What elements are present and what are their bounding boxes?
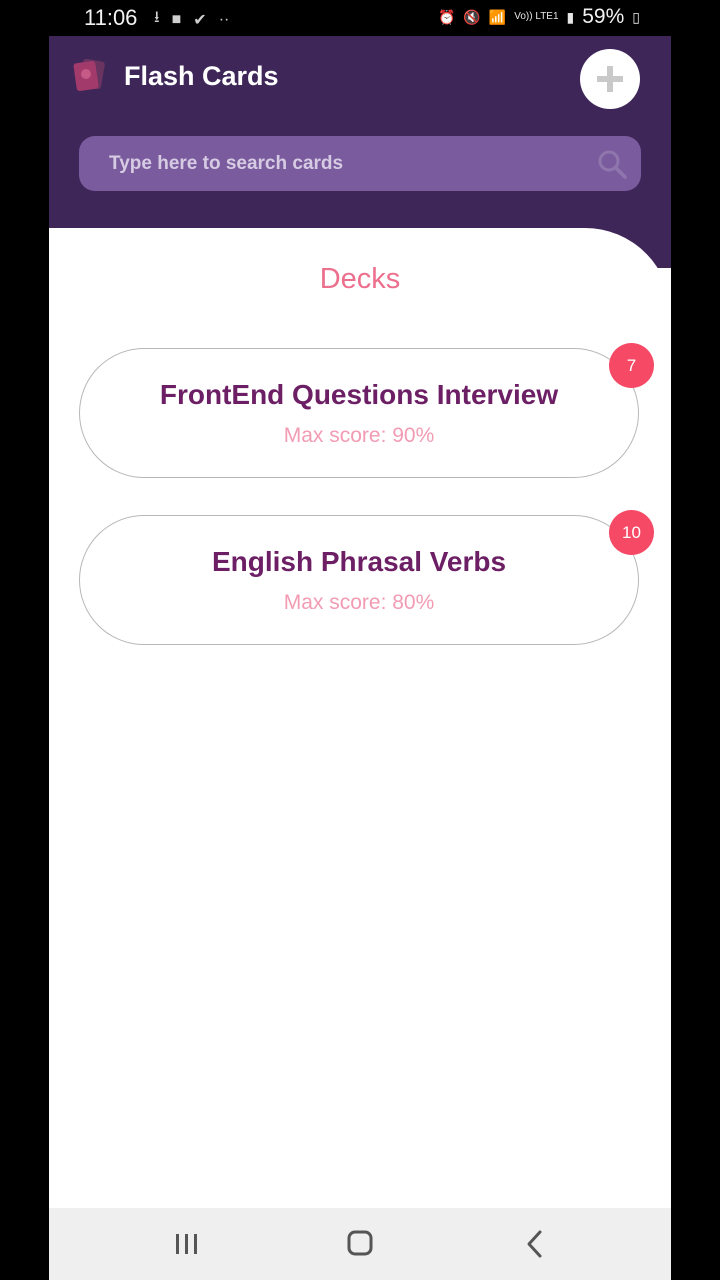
card-count-badge: 10 [609, 510, 654, 555]
status-bar: 11:06 ⭳ ■ ✔ ·· ⏰ 🔇 📶 Vo)) LTE1 ▮ 59% ▯ [0, 0, 720, 36]
back-icon[interactable] [515, 1226, 555, 1262]
home-icon[interactable] [340, 1226, 380, 1262]
wifi-icon: 📶 [488, 8, 507, 25]
system-icons: ⏰ 🔇 📶 Vo)) LTE1 ▮ 59% ▯ [438, 5, 640, 29]
app-title: Flash Cards [124, 61, 279, 91]
check-icon: ✔ [193, 11, 207, 29]
card-count-badge: 7 [609, 343, 654, 388]
deck-card[interactable]: English Phrasal Verbs Max score: 80% 10 [79, 510, 654, 645]
deck-name: English Phrasal Verbs [211, 546, 507, 577]
decks-panel: Decks FrontEnd Questions Interview Max s… [49, 228, 671, 1208]
download-icon: ⭳ [154, 9, 160, 26]
deck-name: FrontEnd Questions Interview [159, 379, 559, 410]
deck-max-score: Max score: 90% [283, 424, 435, 447]
cards-logo-icon [73, 58, 105, 92]
battery-icon: ▯ [632, 8, 640, 25]
search-bar [79, 136, 641, 191]
recent-apps-icon[interactable] [167, 1226, 207, 1262]
status-time: 11:06 [84, 5, 138, 30]
signal-icon: ▮ [566, 8, 575, 25]
more-dots-icon: ·· [218, 10, 230, 28]
app-screen: Flash Cards Decks FrontEnd Questions Int… [49, 36, 671, 1208]
network-label: Vo)) LTE1 [514, 11, 559, 22]
deck-card[interactable]: FrontEnd Questions Interview Max score: … [79, 343, 654, 478]
add-deck-button[interactable] [580, 49, 640, 109]
search-icon[interactable] [596, 148, 628, 180]
search-input[interactable] [79, 136, 641, 191]
plus-icon [597, 66, 623, 92]
notification-icons: ⭳ ■ ✔ ·· [154, 6, 229, 33]
video-icon: ■ [171, 10, 182, 28]
alarm-icon: ⏰ [437, 8, 456, 25]
battery-percent: 59% [582, 5, 625, 28]
section-title: Decks [319, 263, 401, 295]
deck-max-score: Max score: 80% [283, 591, 435, 614]
system-nav-bar [49, 1208, 671, 1280]
mute-icon: 🔇 [463, 8, 481, 25]
